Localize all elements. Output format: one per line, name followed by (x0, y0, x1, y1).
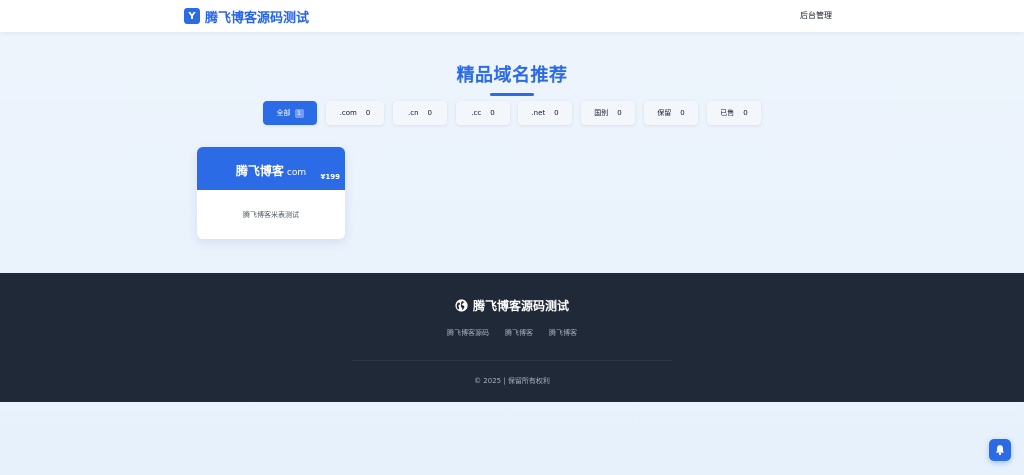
floating-notification-button[interactable] (989, 439, 1011, 461)
filter-tab-com[interactable]: .com 0 (326, 101, 384, 125)
filter-tab-count: 0 (617, 109, 622, 117)
filter-tab-label: .cn (408, 109, 419, 117)
filter-tab-count: 0 (490, 109, 495, 117)
footer-links: 腾飞博客源码 腾飞博客 腾飞博客 (0, 328, 1024, 338)
filter-tab-country[interactable]: 国别 0 (581, 101, 635, 125)
copyright-text: © 2025 | 保留所有权利 (474, 377, 550, 385)
footer-brand: 腾飞博客源码测试 (0, 297, 1024, 314)
site-brand[interactable]: Y 腾飞博客源码测试 (184, 7, 310, 26)
site-name: 腾飞博客源码测试 (205, 10, 310, 26)
filter-tab-count: 0 (680, 109, 685, 117)
bell-icon (995, 445, 1005, 456)
filter-tab-count: 0 (365, 109, 371, 117)
domain-card[interactable]: 腾飞博客 com ¥199 腾飞博客米表测试 (197, 147, 345, 239)
domain-suffix: com (286, 168, 307, 178)
footer-link[interactable]: 腾飞博客 (505, 328, 533, 338)
filter-tab-label: .net (531, 109, 546, 117)
filter-tab-label: 保留 (657, 109, 672, 117)
filter-tab-net[interactable]: .net 0 (518, 101, 572, 125)
filter-tab-cn[interactable]: .cn 0 (393, 101, 447, 125)
filter-tab-label: .cc (471, 109, 482, 117)
filter-tab-all[interactable]: 全部 1 (263, 101, 317, 125)
filter-tab-label: .com (339, 109, 357, 117)
filter-tab-cc[interactable]: .cc 0 (456, 101, 510, 125)
domain-price: ¥199 (320, 173, 340, 181)
admin-link[interactable]: 后台管理 (800, 10, 832, 21)
title-underline (490, 93, 534, 96)
filter-tab-label: 全部 (276, 109, 291, 117)
domain-description: 腾飞博客米表测试 (243, 211, 299, 219)
domain-card-header: 腾飞博客 com ¥199 (197, 147, 345, 190)
domain-name-main: 腾飞博客 (235, 164, 284, 178)
filter-tab-count: 0 (743, 109, 748, 117)
site-logo-icon: Y (184, 8, 200, 24)
footer-title: 腾飞博客源码测试 (472, 299, 569, 313)
site-footer: 腾飞博客源码测试 腾飞博客源码 腾飞博客 腾飞博客 © 2025 | 保留所有权… (0, 273, 1024, 402)
filter-tab-sold[interactable]: 已售 0 (707, 101, 761, 125)
page-title: 精品域名推荐 (456, 65, 568, 86)
footer-divider (352, 360, 672, 361)
filter-tab-count: 1 (294, 108, 304, 118)
filter-tab-label: 已售 (720, 109, 735, 117)
footer-link[interactable]: 腾飞博客 (549, 328, 577, 338)
filter-tabs: 全部 1 .com 0 .cn 0 .cc 0 .net 0 国别 0 保留 0… (0, 101, 1024, 125)
filter-tab-count: 0 (427, 109, 432, 117)
filter-tab-label: 国别 (594, 109, 609, 117)
filter-tab-reserved[interactable]: 保留 0 (644, 101, 698, 125)
footer-link[interactable]: 腾飞博客源码 (447, 328, 489, 338)
filter-tab-count: 0 (554, 109, 559, 117)
top-navbar: Y 腾飞博客源码测试 后台管理 (0, 0, 1024, 32)
globe-icon (455, 299, 468, 312)
